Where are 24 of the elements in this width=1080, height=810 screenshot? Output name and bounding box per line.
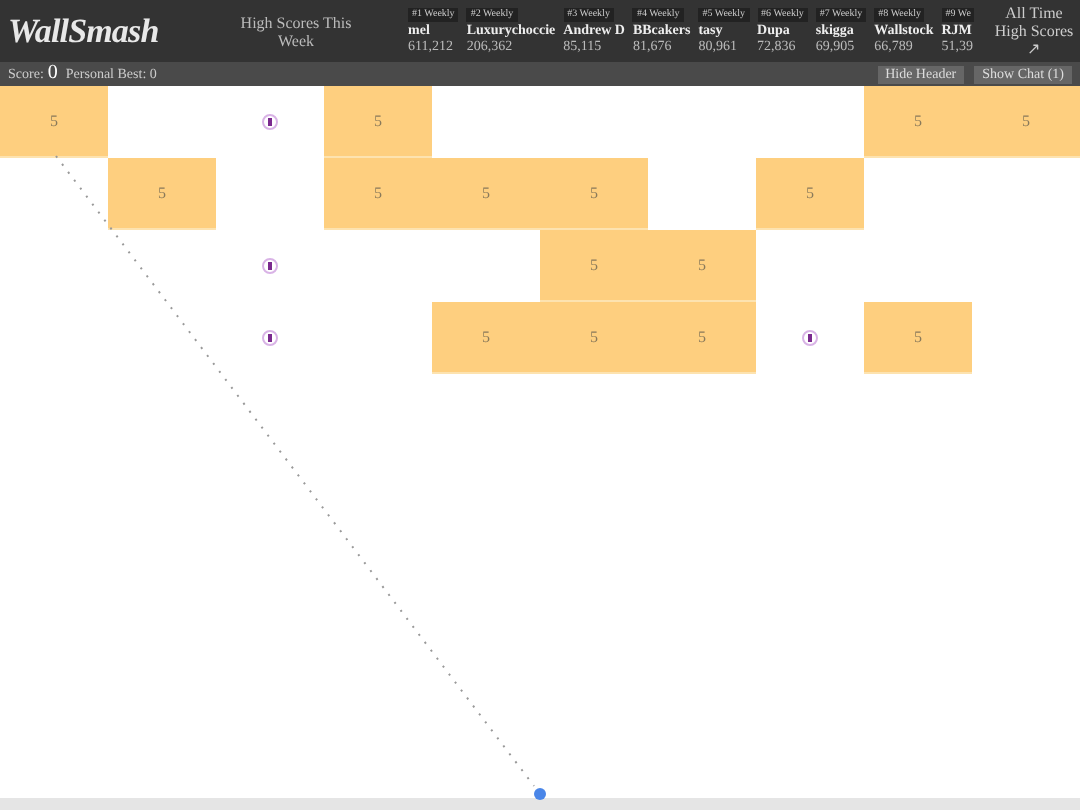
ball-icon [534,788,546,800]
brick: 5 [540,302,648,374]
brick: 5 [972,86,1080,158]
brick: 5 [864,86,972,158]
extra-ball-icon [262,258,278,274]
brick: 5 [756,158,864,230]
logo[interactable]: WallSmash [8,5,240,57]
brick: 5 [324,86,432,158]
score-value: 0 [47,64,58,84]
brick: 5 [540,230,648,302]
high-scores-label: High Scores This Week [240,13,352,49]
brick: 5 [0,86,108,158]
brick: 5 [540,158,648,230]
brick: 5 [432,158,540,230]
extra-ball-icon [262,114,278,130]
brick: 5 [432,302,540,374]
extra-ball-icon [802,330,818,346]
brick: 5 [648,302,756,374]
all-time-link[interactable]: All Time High Scores ↗ [988,4,1080,58]
brick: 5 [648,230,756,302]
brick: 5 [108,158,216,230]
extra-ball-icon [262,330,278,346]
brick: 5 [324,158,432,230]
brick: 5 [864,302,972,374]
